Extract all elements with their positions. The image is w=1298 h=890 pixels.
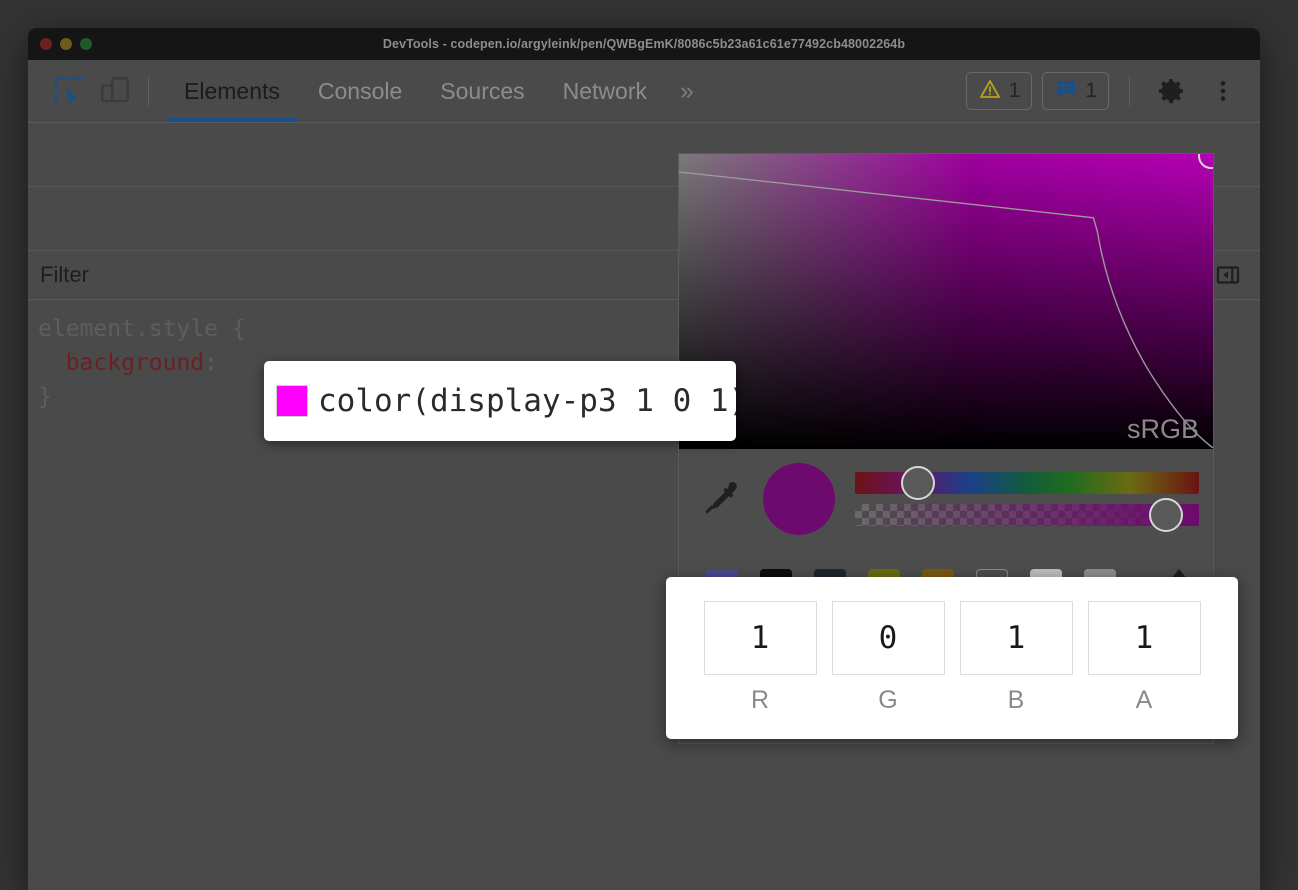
warning-triangle-icon xyxy=(978,77,1002,106)
magnified-value-overlay: color(display-p3 1 0 1); xyxy=(264,361,736,441)
filter-input[interactable] xyxy=(40,262,440,288)
rgba-field-g: 0G xyxy=(831,601,945,715)
window-titlebar: DevTools - codepen.io/argyleink/pen/QWBg… xyxy=(28,28,1260,60)
toolbar-right-group: 1 1 xyxy=(965,70,1260,112)
alpha-slider[interactable] xyxy=(855,498,1199,532)
picker-controls-row xyxy=(679,449,1213,545)
warning-badge[interactable]: 1 xyxy=(965,72,1033,110)
panel-collapse-icon[interactable] xyxy=(1210,257,1246,293)
eyedropper-icon[interactable] xyxy=(693,472,747,526)
tab-console[interactable]: Console xyxy=(299,60,421,122)
rgba-input-r[interactable]: 1 xyxy=(703,601,817,675)
slider-group xyxy=(851,466,1199,532)
message-bubble-icon xyxy=(1054,77,1078,106)
gamut-label: sRGB xyxy=(1126,414,1199,444)
rgba-input-b[interactable]: 1 xyxy=(959,601,1073,675)
page-backdrop: DevTools - codepen.io/argyleink/pen/QWBg… xyxy=(0,0,1298,890)
css-closing-brace: } xyxy=(38,384,52,410)
panel-tabs: Elements Console Sources Network » xyxy=(165,60,708,122)
window-controls xyxy=(40,38,92,50)
current-color-preview xyxy=(763,463,835,535)
tab-network-label: Network xyxy=(562,77,647,104)
alpha-slider-handle[interactable] xyxy=(1149,498,1183,532)
tab-console-label: Console xyxy=(317,77,403,104)
device-toolbar-icon[interactable] xyxy=(92,68,138,114)
toolbar-divider xyxy=(148,76,149,106)
rgba-label-a: A xyxy=(1135,686,1153,714)
devtools-toolbar: Elements Console Sources Network » 1 1 xyxy=(28,60,1260,123)
more-tabs-chevron-icon[interactable]: » xyxy=(666,60,708,122)
tab-elements-label: Elements xyxy=(184,77,280,104)
css-selector[interactable]: element.style { xyxy=(38,316,246,342)
srgb-gamut-boundary-line xyxy=(679,171,1213,448)
saturation-value-gradient[interactable]: sRGB xyxy=(679,154,1213,449)
inspect-element-icon[interactable] xyxy=(46,68,92,114)
message-count: 1 xyxy=(1085,79,1097,102)
hue-slider[interactable] xyxy=(855,466,1199,500)
rgba-field-b: 1B xyxy=(959,601,1073,715)
rgba-label-r: R xyxy=(750,686,770,714)
rgba-field-a: 1A xyxy=(1087,601,1201,715)
kebab-menu-icon[interactable] xyxy=(1202,70,1244,112)
css-colon: : xyxy=(204,350,232,376)
css-color-value[interactable]: color(display-p3 1 0 1); xyxy=(318,383,736,419)
hue-slider-handle[interactable] xyxy=(901,466,935,500)
maximize-button[interactable] xyxy=(80,38,92,50)
rgba-field-r: 1R xyxy=(703,601,817,715)
rgba-input-g[interactable]: 0 xyxy=(831,601,945,675)
minimize-button[interactable] xyxy=(60,38,72,50)
window-title: DevTools - codepen.io/argyleink/pen/QWBg… xyxy=(382,37,906,51)
tab-sources[interactable]: Sources xyxy=(421,60,543,122)
warning-count: 1 xyxy=(1008,79,1021,102)
tab-sources-label: Sources xyxy=(440,77,525,104)
close-button[interactable] xyxy=(40,38,52,50)
css-property-name[interactable]: background xyxy=(66,350,204,376)
devtools-window: DevTools - codepen.io/argyleink/pen/QWBg… xyxy=(28,28,1260,890)
rgba-input-a[interactable]: 1 xyxy=(1087,601,1201,675)
rgba-label-g: G xyxy=(878,686,898,714)
color-swatch[interactable] xyxy=(276,385,308,417)
toolbar-divider-right xyxy=(1129,76,1130,106)
gear-icon[interactable] xyxy=(1150,70,1192,112)
message-badge[interactable]: 1 xyxy=(1042,72,1109,110)
rgba-label-b: B xyxy=(1007,686,1025,714)
tab-network[interactable]: Network xyxy=(544,60,666,122)
tab-elements[interactable]: Elements xyxy=(165,60,299,122)
magnified-rgba-overlay: 1R0G1B1A xyxy=(666,577,1238,739)
